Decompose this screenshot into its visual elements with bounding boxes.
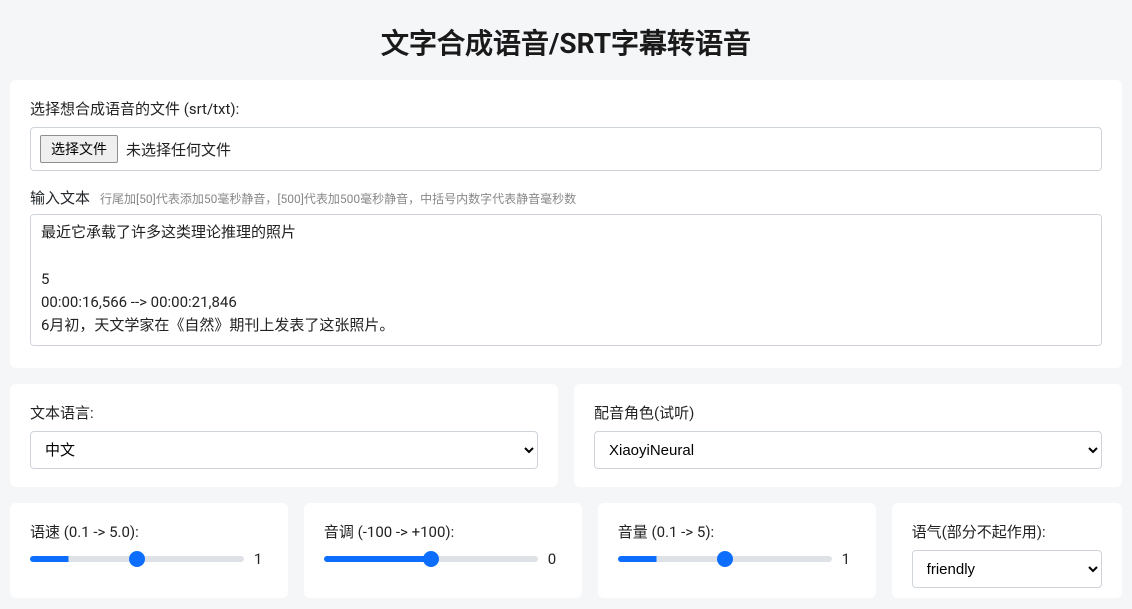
tone-panel: 语气(部分不起作用): friendly — [892, 503, 1122, 598]
voice-panel: 配音角色(试听) XiaoyiNeural — [574, 384, 1122, 487]
pitch-slider[interactable] — [324, 556, 538, 562]
voice-label: 配音角色(试听) — [594, 402, 1102, 423]
speed-panel: 语速 (0.1 -> 5.0): 1 — [10, 503, 288, 598]
pitch-panel: 音调 (-100 -> +100): 0 — [304, 503, 582, 598]
choose-file-button[interactable]: 选择文件 — [40, 135, 118, 163]
voice-select[interactable]: XiaoyiNeural — [594, 431, 1102, 469]
text-input[interactable] — [30, 214, 1102, 346]
speed-label: 语速 (0.1 -> 5.0): — [30, 521, 268, 542]
volume-value: 1 — [842, 550, 856, 568]
page-title: 文字合成语音/SRT字幕转语音 — [0, 0, 1132, 80]
language-select[interactable]: 中文 — [30, 431, 538, 469]
file-text-panel: 选择想合成语音的文件 (srt/txt): 选择文件 未选择任何文件 输入文本 … — [10, 80, 1122, 368]
textarea-label: 输入文本 — [30, 187, 90, 208]
tone-select[interactable]: friendly — [912, 550, 1102, 588]
pitch-value: 0 — [548, 550, 562, 568]
volume-panel: 音量 (0.1 -> 5): 1 — [598, 503, 876, 598]
volume-slider[interactable] — [618, 556, 832, 562]
language-label: 文本语言: — [30, 402, 538, 423]
tone-label: 语气(部分不起作用): — [912, 521, 1102, 542]
pitch-label: 音调 (-100 -> +100): — [324, 521, 562, 542]
file-picker-label: 选择想合成语音的文件 (srt/txt): — [30, 98, 1102, 119]
textarea-label-row: 输入文本 行尾加[50]代表添加50毫秒静音，[500]代表加500毫秒静音，中… — [30, 187, 1102, 214]
language-panel: 文本语言: 中文 — [10, 384, 558, 487]
file-picker-row: 选择文件 未选择任何文件 — [30, 127, 1102, 171]
volume-label: 音量 (0.1 -> 5): — [618, 521, 856, 542]
speed-value: 1 — [254, 550, 268, 568]
speed-slider[interactable] — [30, 556, 244, 562]
file-picker-status: 未选择任何文件 — [126, 139, 231, 160]
textarea-hint: 行尾加[50]代表添加50毫秒静音，[500]代表加500毫秒静音，中括号内数字… — [100, 192, 576, 206]
